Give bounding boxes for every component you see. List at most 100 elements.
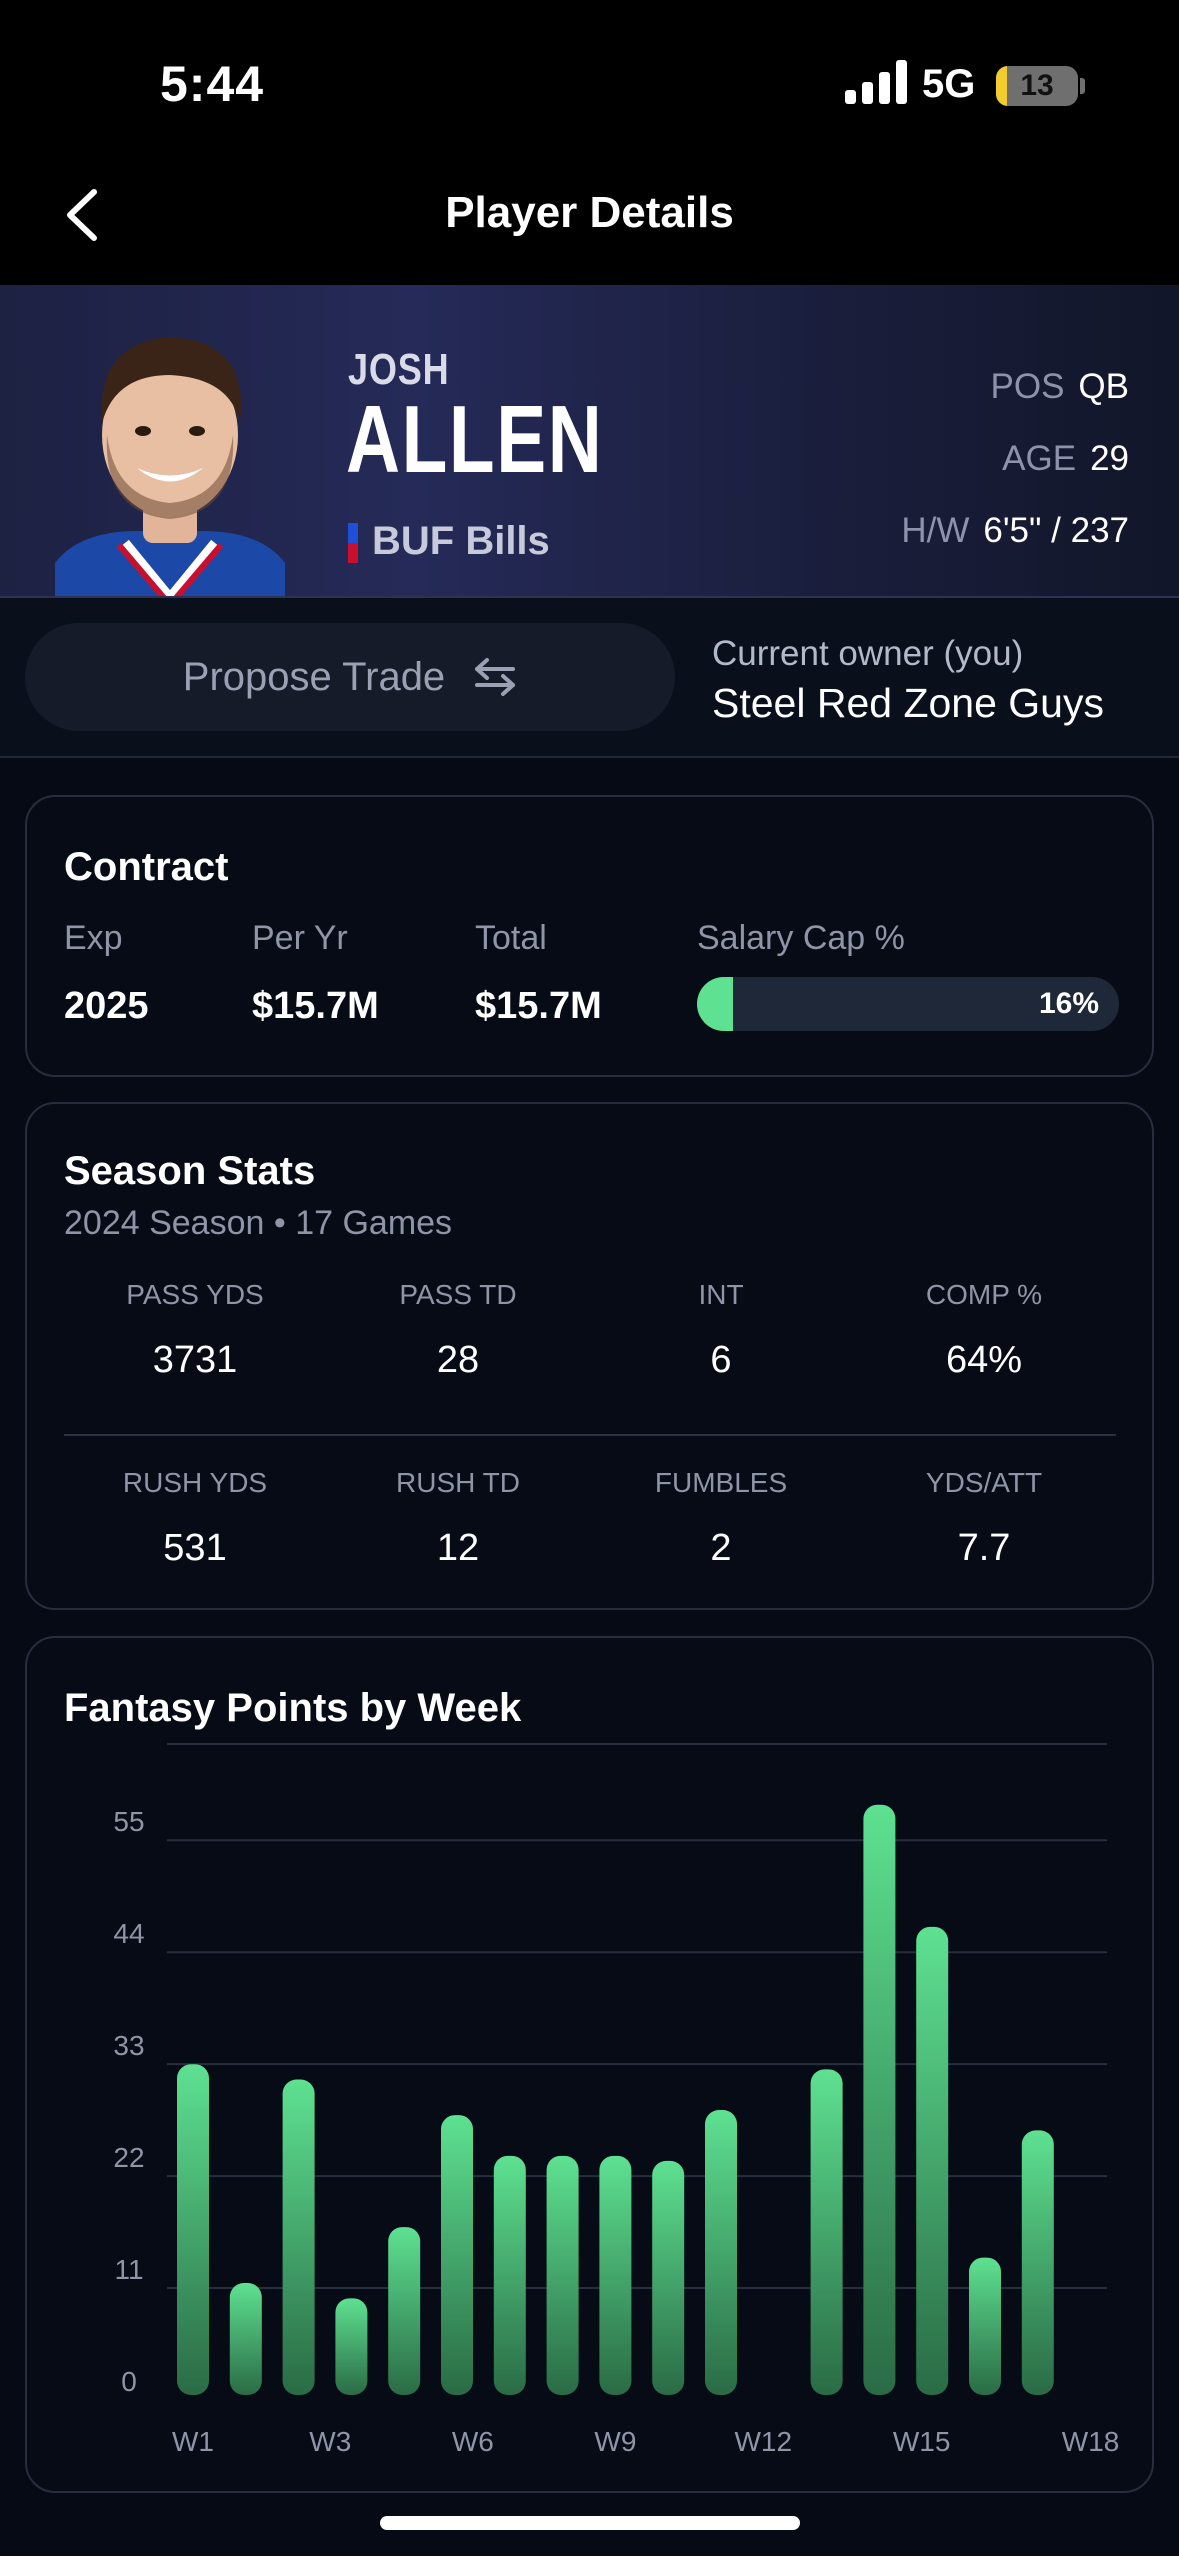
- trade-row: Propose Trade Current owner (you) Steel …: [0, 598, 1179, 758]
- season-stats-card: Season Stats 2024 Season • 17 Games PASS…: [25, 1102, 1154, 1610]
- age-row: AGE 29: [1002, 439, 1129, 479]
- owner-team-name: Steel Red Zone Guys: [712, 680, 1104, 726]
- y-tick-label: 22: [113, 2142, 144, 2173]
- propose-trade-button[interactable]: Propose Trade: [25, 623, 675, 731]
- stat-value: 64%: [945, 1339, 1023, 1381]
- stat-label: INT: [698, 1279, 744, 1310]
- fantasy-points-card: Fantasy Points by Week 0 11 22 33 44 55 W1 W3 W6…: [25, 1636, 1154, 2493]
- stat-value: 3731: [152, 1339, 238, 1381]
- x-tick-label: W1: [172, 2426, 214, 2457]
- stat-label: PASS TD: [399, 1279, 517, 1310]
- propose-trade-label: Propose Trade: [182, 654, 446, 699]
- x-tick-label: W18: [1062, 2426, 1120, 2457]
- age-value: 29: [1090, 439, 1129, 478]
- contract-exp-label: Exp: [64, 919, 123, 957]
- height-weight-value: 6'5" / 237: [983, 511, 1129, 550]
- chart-bar-w11[interactable]: [705, 2110, 737, 2395]
- swap-arrows-icon: [475, 658, 516, 696]
- chart-bar-w7[interactable]: [493, 2155, 526, 2395]
- stat-rush-td: RUSH TD 12: [327, 1467, 589, 1570]
- stat-label: PASS YDS: [126, 1279, 264, 1310]
- chart-bar-w9[interactable]: [599, 2155, 632, 2395]
- age-label: AGE: [1002, 439, 1077, 478]
- battery-nub: [1080, 78, 1085, 94]
- chart-bar-w17[interactable]: [1021, 2130, 1054, 2395]
- chart-bar-w2[interactable]: [229, 2283, 262, 2395]
- chart-bar-w4[interactable]: [335, 2298, 368, 2395]
- stat-fumbles: FUMBLES 2: [590, 1467, 852, 1570]
- stat-label: COMP %: [925, 1279, 1043, 1310]
- stat-yds-per-att: YDS/ATT 7.7: [853, 1467, 1115, 1570]
- salary-cap-label: Salary Cap %: [697, 919, 905, 957]
- y-tick-label: 0: [121, 2366, 137, 2397]
- contract-total-label: Total: [475, 919, 547, 957]
- stat-label: YDS/ATT: [925, 1467, 1043, 1498]
- y-tick-label: 33: [113, 2030, 144, 2061]
- stat-value: 2: [710, 1527, 732, 1569]
- battery-percent: 13: [1020, 69, 1054, 102]
- status-bar: 5:44 5G 13: [0, 0, 1179, 150]
- player-last-name: ALLEN: [346, 386, 604, 493]
- stat-pass-yds: PASS YDS 3731: [64, 1279, 326, 1382]
- x-tick-label: W6: [452, 2426, 494, 2457]
- salary-cap-percent: 16%: [1038, 987, 1099, 1020]
- stat-value: 6: [710, 1339, 732, 1381]
- player-header: JOSH ALLEN BUF Bills POS QB AGE 29 H/W 6'5"…: [0, 285, 1179, 598]
- stat-divider: [64, 1434, 1116, 1436]
- x-tick-label: W12: [734, 2426, 792, 2457]
- battery-icon: 13: [996, 66, 1078, 106]
- salary-cap-fill: [697, 977, 733, 1031]
- height-weight-row: H/W 6'5" / 237: [901, 511, 1129, 551]
- nav-bar: Player Details: [0, 150, 1179, 285]
- position-row: POS QB: [991, 367, 1130, 407]
- stat-int: INT 6: [590, 1279, 852, 1382]
- page-title: Player Details: [445, 188, 734, 237]
- stat-comp-pct: COMP % 64%: [853, 1279, 1115, 1382]
- stat-label: RUSH TD: [396, 1467, 520, 1498]
- x-tick-label: W3: [309, 2426, 351, 2457]
- contract-exp-value: 2025: [64, 985, 149, 1027]
- chart-bar-w8[interactable]: [546, 2155, 579, 2395]
- player-photo: [55, 337, 285, 598]
- chart-bar-w16[interactable]: [969, 2257, 1001, 2395]
- stat-value: 12: [436, 1527, 480, 1569]
- season-stats-title: Season Stats: [64, 1149, 316, 1193]
- chart-bar-w3[interactable]: [282, 2079, 315, 2396]
- home-indicator: [380, 2516, 800, 2530]
- team-color-icon: [348, 523, 358, 563]
- stat-pass-td: PASS TD 28: [327, 1279, 589, 1382]
- stat-value: 7.7: [957, 1527, 1011, 1569]
- status-time: 5:44: [160, 56, 265, 112]
- network-type: 5G: [922, 62, 976, 106]
- chart-bar-w5[interactable]: [388, 2227, 421, 2395]
- y-tick-label: 44: [113, 1918, 144, 1949]
- x-tick-label: W15: [893, 2426, 951, 2457]
- player-team: BUF Bills: [372, 519, 550, 563]
- position-value: QB: [1078, 367, 1129, 406]
- cellular-signal-icon: [845, 60, 907, 104]
- chart-bar-w13[interactable]: [810, 2069, 843, 2395]
- season-subtitle: 2024 Season • 17 Games: [64, 1204, 453, 1242]
- height-weight-label: H/W: [901, 511, 970, 550]
- chart-bar-w1[interactable]: [177, 2064, 209, 2395]
- contract-per-yr-value: $15.7M: [252, 985, 379, 1027]
- contract-total-value: $15.7M: [475, 985, 602, 1027]
- position-label: POS: [990, 367, 1065, 406]
- x-tick-label: W9: [594, 2426, 636, 2457]
- stat-rush-yds: RUSH YDS 531: [64, 1467, 326, 1570]
- owner-label: Current owner (you): [712, 634, 1024, 673]
- fantasy-points-chart: 0 11 22 33 44 55 W1 W3 W6 W9 W12 W15 W18: [113, 1743, 1120, 2457]
- stat-value: 28: [436, 1339, 480, 1381]
- chart-bar-w15[interactable]: [916, 1926, 949, 2395]
- contract-title: Contract: [64, 845, 229, 889]
- salary-cap-bar: 16%: [697, 977, 1119, 1031]
- stat-label: RUSH YDS: [122, 1467, 268, 1498]
- chart-bar-w10[interactable]: [652, 2160, 685, 2395]
- contract-card: Contract Exp 2025 Per Yr $15.7M Total $1…: [25, 795, 1154, 1077]
- chart-bar-w6[interactable]: [441, 2115, 473, 2395]
- y-tick-label: 11: [114, 2254, 143, 2285]
- stat-value: 531: [163, 1527, 227, 1569]
- contract-per-yr-label: Per Yr: [252, 919, 348, 957]
- chart-bar-w14[interactable]: [863, 1804, 896, 2395]
- stat-label: FUMBLES: [654, 1467, 788, 1498]
